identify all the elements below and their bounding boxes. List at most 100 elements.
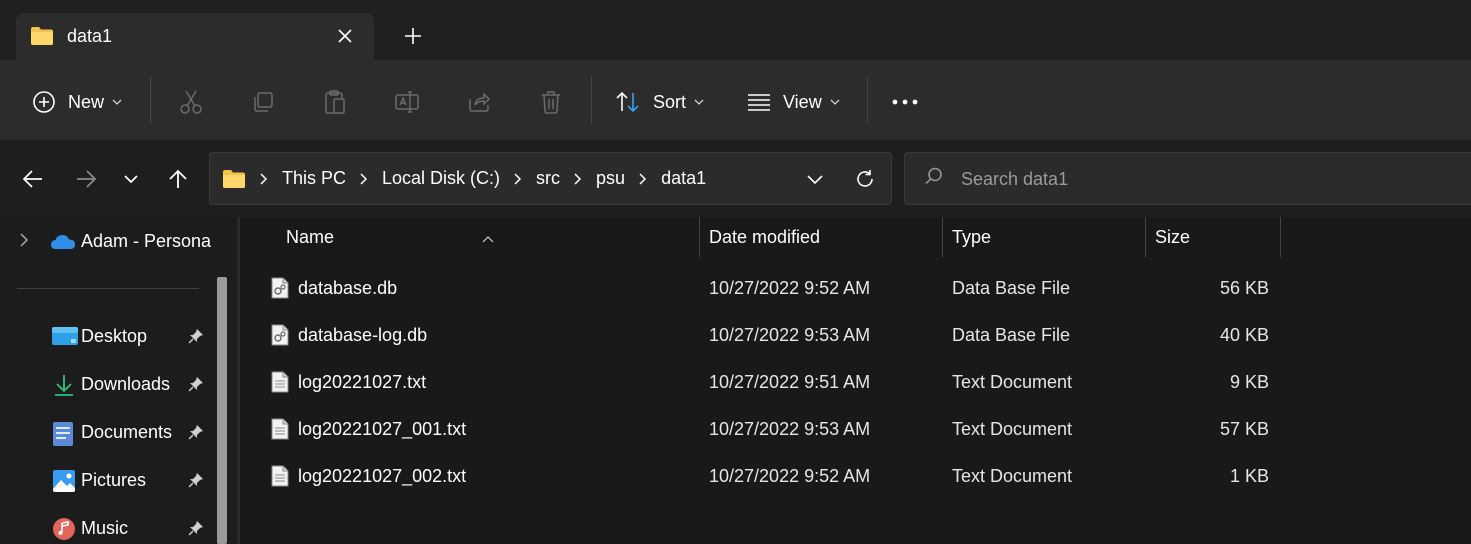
scissors-icon: [180, 90, 202, 114]
toolbar-divider: [591, 76, 592, 124]
onedrive-cloud-icon: [50, 234, 76, 255]
address-bar[interactable]: This PC Local Disk (C:) src psu data1: [209, 152, 892, 205]
music-icon: [52, 517, 76, 544]
chevron-down-icon: [112, 99, 122, 105]
copy-icon: [254, 92, 273, 112]
cut-button[interactable]: [173, 86, 209, 118]
toolbar-divider: [867, 76, 868, 124]
paste-button[interactable]: [317, 86, 353, 118]
trash-icon: [542, 91, 560, 114]
breadcrumb-local-disk[interactable]: Local Disk (C:): [382, 168, 500, 189]
share-icon: [469, 92, 491, 112]
column-header-label: Size: [1155, 227, 1191, 247]
address-history-button[interactable]: [800, 165, 830, 193]
chevron-down-icon: [694, 99, 704, 105]
file-type: Text Document: [952, 372, 1073, 392]
pictures-icon: [52, 469, 76, 498]
sidebar-item-label: Desktop: [81, 326, 148, 346]
file-date: 10/27/2022 9:51 AM: [709, 372, 871, 392]
tab-title: data1: [67, 26, 113, 46]
sort-button[interactable]: Sort: [615, 82, 704, 122]
chevron-right-icon: [639, 172, 647, 185]
folder-icon: [30, 26, 54, 51]
tab-data1[interactable]: data1: [16, 13, 374, 60]
recent-locations-button[interactable]: [116, 164, 146, 194]
sidebar-item-desktop[interactable]: Desktop: [0, 317, 215, 357]
column-header-label: Type: [952, 227, 992, 247]
search-input[interactable]: [961, 165, 1441, 193]
sidebar-item-label: Pictures: [81, 470, 147, 490]
sort-button-label: Sort: [653, 91, 687, 112]
file-row[interactable]: log20221027_001.txt 10/27/2022 9:53 AM T…: [240, 408, 1471, 452]
up-button[interactable]: [163, 164, 193, 194]
file-row[interactable]: database.db 10/27/2022 9:52 AM Data Base…: [240, 267, 1471, 311]
column-header-name[interactable]: Name: [240, 217, 700, 257]
pin-icon[interactable]: [188, 424, 204, 445]
chevron-right-icon[interactable]: [20, 233, 29, 252]
file-row[interactable]: log20221027_002.txt 10/27/2022 9:52 AM T…: [240, 455, 1471, 499]
downloads-icon: [52, 373, 76, 402]
view-button[interactable]: View: [747, 82, 840, 122]
sidebar-item-pictures[interactable]: Pictures: [0, 461, 215, 501]
breadcrumb-src[interactable]: src: [536, 168, 560, 189]
sidebar-item-downloads[interactable]: Downloads: [0, 365, 215, 405]
view-list-icon: [748, 94, 770, 111]
sidebar-item-label: Downloads: [81, 374, 171, 394]
search-box[interactable]: [904, 152, 1471, 205]
breadcrumb: This PC Local Disk (C:) src psu data1: [222, 153, 706, 204]
file-name: log20221027_001.txt: [298, 419, 467, 439]
file-date: 10/27/2022 9:53 AM: [709, 325, 871, 345]
new-button[interactable]: New: [32, 82, 122, 122]
file-row[interactable]: database-log.db 10/27/2022 9:53 AM Data …: [240, 314, 1471, 358]
column-header-size[interactable]: Size: [1146, 217, 1280, 257]
file-type: Text Document: [952, 419, 1073, 439]
chevron-right-icon: [514, 172, 522, 185]
column-header-date[interactable]: Date modified: [700, 217, 942, 257]
desktop-icon: [52, 325, 78, 352]
file-name: log20221027.txt: [298, 372, 427, 392]
sidebar-item-label: Adam - Persona: [81, 231, 212, 251]
breadcrumb-data1[interactable]: data1: [661, 168, 706, 189]
navigation-pane: Adam - Persona Desktop Downloads Documen…: [0, 217, 237, 544]
column-header-type[interactable]: Type: [943, 217, 1145, 257]
more-options-button[interactable]: [887, 86, 923, 118]
sidebar-item-music[interactable]: Music: [0, 509, 215, 544]
text-file-icon: [271, 418, 289, 445]
sidebar-scrollbar-thumb[interactable]: [217, 277, 227, 544]
refresh-button[interactable]: [850, 164, 880, 194]
close-icon: [338, 29, 352, 43]
breadcrumb-this-pc[interactable]: This PC: [282, 168, 346, 189]
file-name: database.db: [298, 278, 398, 298]
new-tab-button[interactable]: [398, 21, 428, 51]
close-tab-button[interactable]: [330, 21, 360, 51]
back-button[interactable]: [18, 164, 48, 194]
rename-button[interactable]: [389, 86, 425, 118]
share-button[interactable]: [461, 86, 497, 118]
db-file-icon: [271, 324, 289, 351]
text-file-icon: [271, 371, 289, 398]
file-type: Data Base File: [952, 325, 1071, 345]
forward-button[interactable]: [71, 164, 101, 194]
pin-icon[interactable]: [188, 472, 204, 493]
file-date: 10/27/2022 9:52 AM: [709, 466, 871, 486]
sidebar-item-documents[interactable]: Documents: [0, 413, 215, 453]
delete-button[interactable]: [533, 86, 569, 118]
file-date: 10/27/2022 9:53 AM: [709, 419, 871, 439]
chevron-right-icon: [360, 172, 368, 185]
breadcrumb-psu[interactable]: psu: [596, 168, 625, 189]
pin-icon[interactable]: [188, 376, 204, 397]
copy-button[interactable]: [245, 86, 281, 118]
file-row[interactable]: log20221027.txt 10/27/2022 9:51 AM Text …: [240, 361, 1471, 405]
paste-icon: [325, 90, 345, 114]
chevron-down-icon: [807, 174, 823, 184]
arrow-right-icon: [77, 170, 96, 188]
pin-icon[interactable]: [188, 328, 204, 349]
db-file-icon: [271, 277, 289, 304]
chevron-right-icon: [260, 172, 268, 185]
text-file-icon: [271, 465, 289, 492]
tab-strip: data1: [0, 0, 1471, 60]
sidebar-item-onedrive[interactable]: Adam - Persona: [0, 223, 215, 259]
column-divider[interactable]: [1280, 217, 1281, 257]
new-button-label: New: [68, 91, 105, 112]
pin-icon[interactable]: [188, 520, 204, 541]
